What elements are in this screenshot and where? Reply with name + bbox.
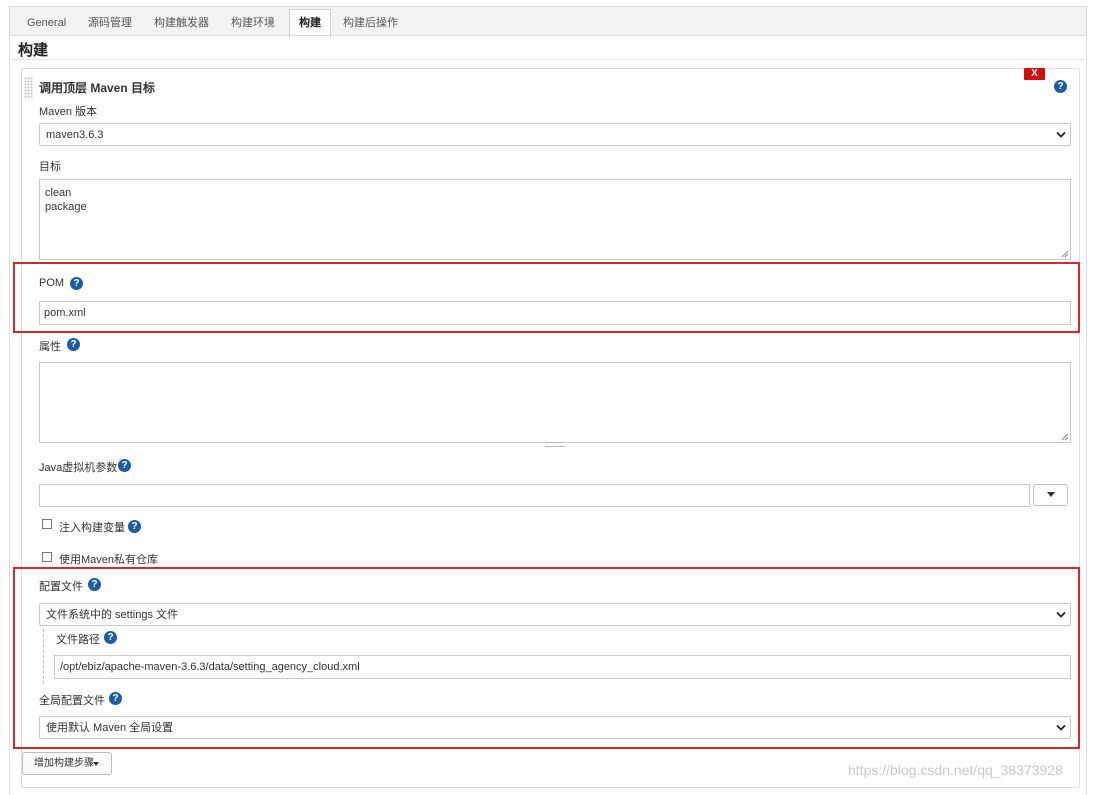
help-icon[interactable]: ? [1054, 80, 1067, 93]
drag-handle-icon[interactable] [24, 77, 33, 99]
help-icon[interactable]: ? [67, 338, 80, 351]
inject-env-checkbox[interactable] [42, 519, 52, 529]
delete-step-button[interactable]: X [1024, 68, 1045, 80]
add-build-step-button[interactable]: 增加构建步骤 [22, 752, 112, 775]
vertical-resize-handle[interactable] [545, 442, 565, 447]
private-repo-checkbox[interactable] [42, 552, 52, 562]
inject-env-label: 注入构建变量 [59, 522, 125, 534]
caret-down-icon [93, 762, 99, 766]
jvm-options-input[interactable] [39, 484, 1030, 507]
tab-build[interactable]: 构建 [289, 9, 331, 38]
tab-general[interactable]: General [18, 10, 75, 37]
goals-label: 目标 [39, 161, 61, 173]
jvm-options-expand-button[interactable] [1033, 484, 1068, 506]
jvm-options-label: Java虚拟机参数 [39, 462, 118, 474]
help-icon[interactable]: ? [118, 459, 131, 472]
goals-textarea[interactable]: clean package [39, 179, 1071, 260]
pom-highlight-box [13, 262, 1080, 333]
caret-down-icon [1047, 492, 1055, 497]
section-title: 构建 [18, 42, 49, 59]
chevron-down-icon [1056, 131, 1066, 138]
maven-version-value: maven3.6.3 [46, 129, 104, 141]
tab-build-env[interactable]: 构建环境 [222, 10, 284, 37]
watermark: https://blog.csdn.net/qq_38373928 [848, 762, 1063, 778]
goals-line: clean [45, 187, 72, 199]
resize-grip-icon[interactable] [1061, 250, 1069, 258]
help-icon[interactable]: ? [128, 520, 141, 533]
goals-line: package [45, 201, 87, 213]
section-divider [10, 59, 1086, 60]
private-repo-label: 使用Maven私有仓库 [59, 554, 159, 566]
add-build-step-label: 增加构建步骤 [34, 758, 94, 769]
build-step-title: 调用顶层 Maven 目标 [39, 81, 156, 95]
resize-grip-icon[interactable] [1061, 433, 1069, 441]
properties-label: 属性 [39, 341, 61, 353]
maven-version-select[interactable]: maven3.6.3 [39, 123, 1071, 146]
tab-post-build[interactable]: 构建后操作 [334, 10, 407, 37]
maven-version-label: Maven 版本 [39, 106, 98, 118]
tab-triggers[interactable]: 构建触发器 [145, 10, 218, 37]
properties-textarea[interactable] [39, 362, 1071, 443]
tab-scm[interactable]: 源码管理 [79, 10, 141, 37]
tab-bar: General 源码管理 构建触发器 构建环境 构建 构建后操作 [9, 6, 1087, 38]
settings-highlight-box [13, 567, 1080, 749]
